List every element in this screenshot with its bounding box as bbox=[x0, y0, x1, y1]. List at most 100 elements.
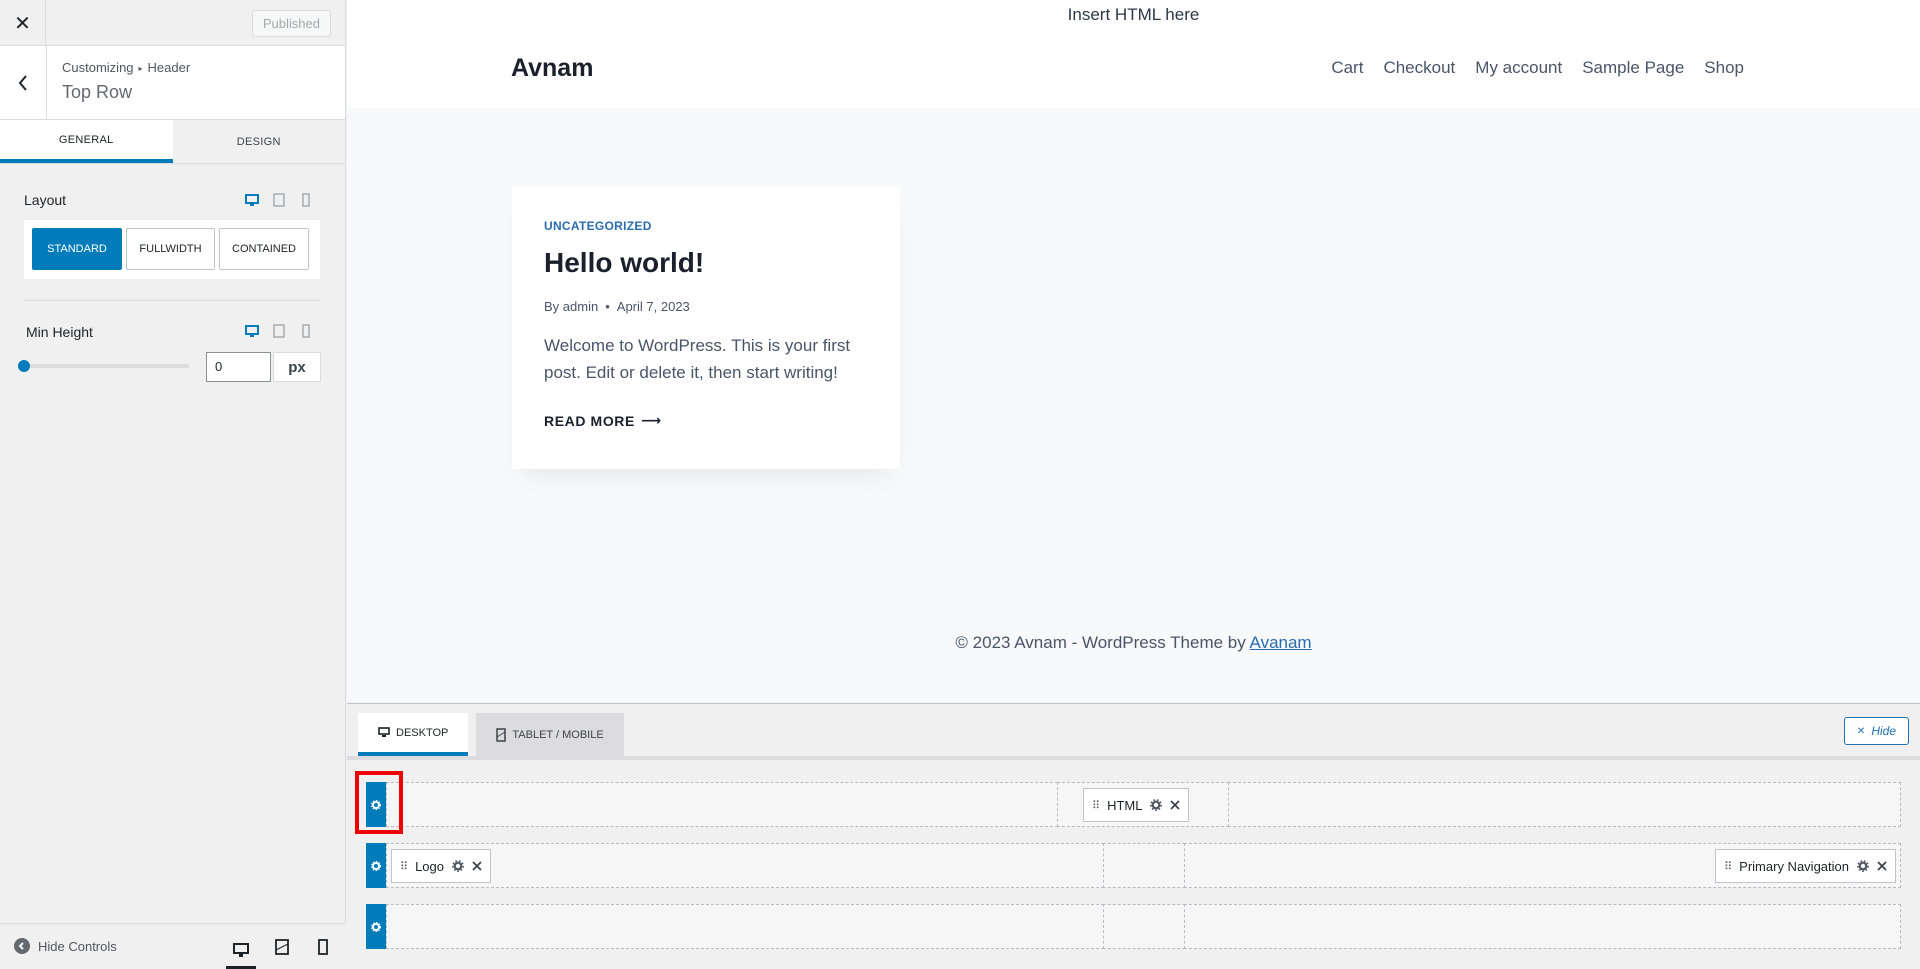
section-title-bar: Customizing ▸ Header Top Row bbox=[0, 46, 345, 120]
back-button[interactable] bbox=[0, 46, 47, 119]
top-left-zone[interactable] bbox=[386, 782, 1058, 827]
mobile-device-button[interactable] bbox=[297, 322, 315, 340]
breadcrumb-section: Header bbox=[147, 60, 191, 75]
main-right-zone[interactable]: ⠿ Primary Navigation bbox=[1184, 843, 1901, 888]
post-card: UNCATEGORIZED Hello world! By admin • Ap… bbox=[512, 187, 900, 469]
section-title: Top Row bbox=[62, 82, 133, 102]
nav-link-shop[interactable]: Shop bbox=[1704, 58, 1744, 78]
desktop-device-button[interactable] bbox=[243, 191, 261, 209]
bottom-right-zone[interactable] bbox=[1184, 904, 1901, 949]
footer-tablet-button[interactable] bbox=[267, 934, 297, 960]
primary-navigation-settings-button[interactable] bbox=[1857, 860, 1869, 872]
panel-footer: Hide Controls bbox=[0, 923, 346, 969]
x-icon bbox=[472, 861, 482, 871]
min-height-slider-track[interactable] bbox=[24, 364, 189, 368]
tablet-device-button[interactable] bbox=[270, 322, 288, 340]
site-logo[interactable]: Avnam bbox=[511, 54, 593, 83]
panel-tabs: GENERAL DESIGN bbox=[0, 120, 345, 164]
tablet-icon bbox=[275, 939, 289, 955]
hide-controls-button[interactable]: Hide Controls bbox=[14, 938, 117, 954]
min-height-slider-thumb[interactable] bbox=[18, 360, 30, 372]
header-html-text[interactable]: Insert HTML here bbox=[347, 5, 1920, 25]
post-date: April 7, 2023 bbox=[616, 299, 690, 314]
back-chevron-icon bbox=[18, 74, 27, 91]
footer-theme-link[interactable]: Avanam bbox=[1250, 633, 1312, 652]
main-row-settings-button[interactable] bbox=[366, 843, 386, 888]
drag-handle-icon[interactable]: ⠿ bbox=[400, 860, 408, 873]
footer-copyright: © 2023 Avnam - WordPress Theme by bbox=[955, 633, 1246, 652]
drag-handle-icon[interactable]: ⠿ bbox=[1724, 860, 1732, 873]
bottom-left-zone[interactable] bbox=[386, 904, 1104, 949]
gear-icon bbox=[371, 921, 381, 932]
post-title[interactable]: Hello world! bbox=[544, 247, 868, 279]
post-excerpt: Welcome to WordPress. This is your first… bbox=[544, 336, 851, 382]
logo-item[interactable]: ⠿ Logo bbox=[391, 849, 491, 883]
nav-link-cart[interactable]: Cart bbox=[1331, 58, 1363, 78]
post-category[interactable]: UNCATEGORIZED bbox=[544, 219, 868, 233]
tab-desktop[interactable]: DESKTOP bbox=[358, 713, 469, 756]
tab-tablet-mobile[interactable]: TABLET / MOBILE bbox=[476, 713, 624, 756]
html-item-label: HTML bbox=[1107, 797, 1143, 813]
tablet-device-button[interactable] bbox=[270, 191, 288, 209]
builder-row-top: ⠿ HTML bbox=[366, 782, 1901, 827]
logo-item-remove-button[interactable] bbox=[472, 861, 482, 871]
layout-fullwidth-button[interactable]: FULLWIDTH bbox=[126, 228, 215, 270]
layout-button-group: STANDARD FULLWIDTH CONTAINED bbox=[24, 220, 320, 279]
html-item-remove-button[interactable] bbox=[1170, 800, 1181, 810]
close-customizer-button[interactable]: ✕ bbox=[0, 0, 46, 46]
layout-standard-button[interactable]: STANDARD bbox=[32, 228, 122, 270]
nav-link-my-account[interactable]: My account bbox=[1475, 58, 1562, 78]
bottom-center-zone[interactable] bbox=[1103, 904, 1185, 949]
arrow-right-icon: ⟶ bbox=[640, 412, 662, 428]
x-icon: ✕ bbox=[1856, 725, 1866, 737]
drag-handle-icon[interactable]: ⠿ bbox=[1092, 799, 1100, 812]
logo-item-label: Logo bbox=[415, 858, 444, 874]
gear-icon bbox=[452, 860, 464, 872]
post-meta-separator: • bbox=[605, 299, 610, 314]
tablet-icon bbox=[273, 324, 285, 338]
breadcrumb: Customizing ▸ Header bbox=[62, 60, 190, 75]
top-right-zone[interactable] bbox=[1228, 782, 1901, 827]
desktop-icon bbox=[245, 193, 259, 206]
main-center-zone[interactable] bbox=[1103, 843, 1185, 888]
min-height-unit[interactable]: px bbox=[273, 352, 321, 382]
nav-link-checkout[interactable]: Checkout bbox=[1383, 58, 1455, 78]
min-height-input[interactable]: 0 bbox=[206, 352, 271, 382]
tablet-icon bbox=[273, 193, 285, 207]
mobile-device-button[interactable] bbox=[297, 191, 315, 209]
gear-icon bbox=[1857, 860, 1869, 872]
primary-navigation-item[interactable]: ⠿ Primary Navigation bbox=[1715, 849, 1896, 883]
mobile-icon bbox=[302, 193, 310, 207]
gear-icon bbox=[371, 799, 381, 810]
builder-divider bbox=[347, 756, 1920, 760]
breadcrumb-root: Customizing bbox=[62, 60, 134, 75]
arrow-left-circle-icon bbox=[14, 938, 30, 954]
read-more-label: READ MORE bbox=[544, 412, 635, 429]
nav-link-sample-page[interactable]: Sample Page bbox=[1582, 58, 1684, 78]
top-row-settings-button[interactable] bbox=[366, 782, 386, 827]
logo-item-settings-button[interactable] bbox=[452, 860, 464, 872]
layout-contained-button[interactable]: CONTAINED bbox=[219, 228, 309, 270]
top-center-zone[interactable]: ⠿ HTML bbox=[1057, 782, 1229, 827]
footer-mobile-button[interactable] bbox=[308, 934, 338, 960]
mobile-icon bbox=[302, 324, 310, 338]
footer-desktop-button[interactable] bbox=[226, 934, 256, 969]
tab-design[interactable]: DESIGN bbox=[173, 120, 346, 163]
customizer-panel: ✕ Published Customizing ▸ Header Top Row G… bbox=[0, 0, 346, 969]
post-meta: By admin • April 7, 2023 bbox=[544, 299, 868, 314]
close-icon: ✕ bbox=[14, 12, 31, 35]
tab-general[interactable]: GENERAL bbox=[0, 120, 173, 163]
publish-button[interactable]: Published bbox=[251, 10, 331, 37]
html-item-settings-button[interactable] bbox=[1150, 799, 1163, 811]
panel-header: ✕ Published bbox=[0, 0, 345, 46]
hide-controls-label: Hide Controls bbox=[38, 938, 117, 954]
primary-navigation-remove-button[interactable] bbox=[1877, 861, 1887, 871]
desktop-device-button[interactable] bbox=[243, 322, 261, 340]
hide-builder-button[interactable]: ✕ Hide bbox=[1843, 717, 1909, 745]
bottom-row-settings-button[interactable] bbox=[366, 904, 386, 949]
html-item[interactable]: ⠿ HTML bbox=[1083, 788, 1190, 822]
divider bbox=[24, 300, 320, 301]
read-more-link[interactable]: READ MORE ⟶ bbox=[544, 412, 868, 429]
main-left-zone[interactable]: ⠿ Logo bbox=[386, 843, 1104, 888]
post-author[interactable]: admin bbox=[563, 299, 598, 314]
